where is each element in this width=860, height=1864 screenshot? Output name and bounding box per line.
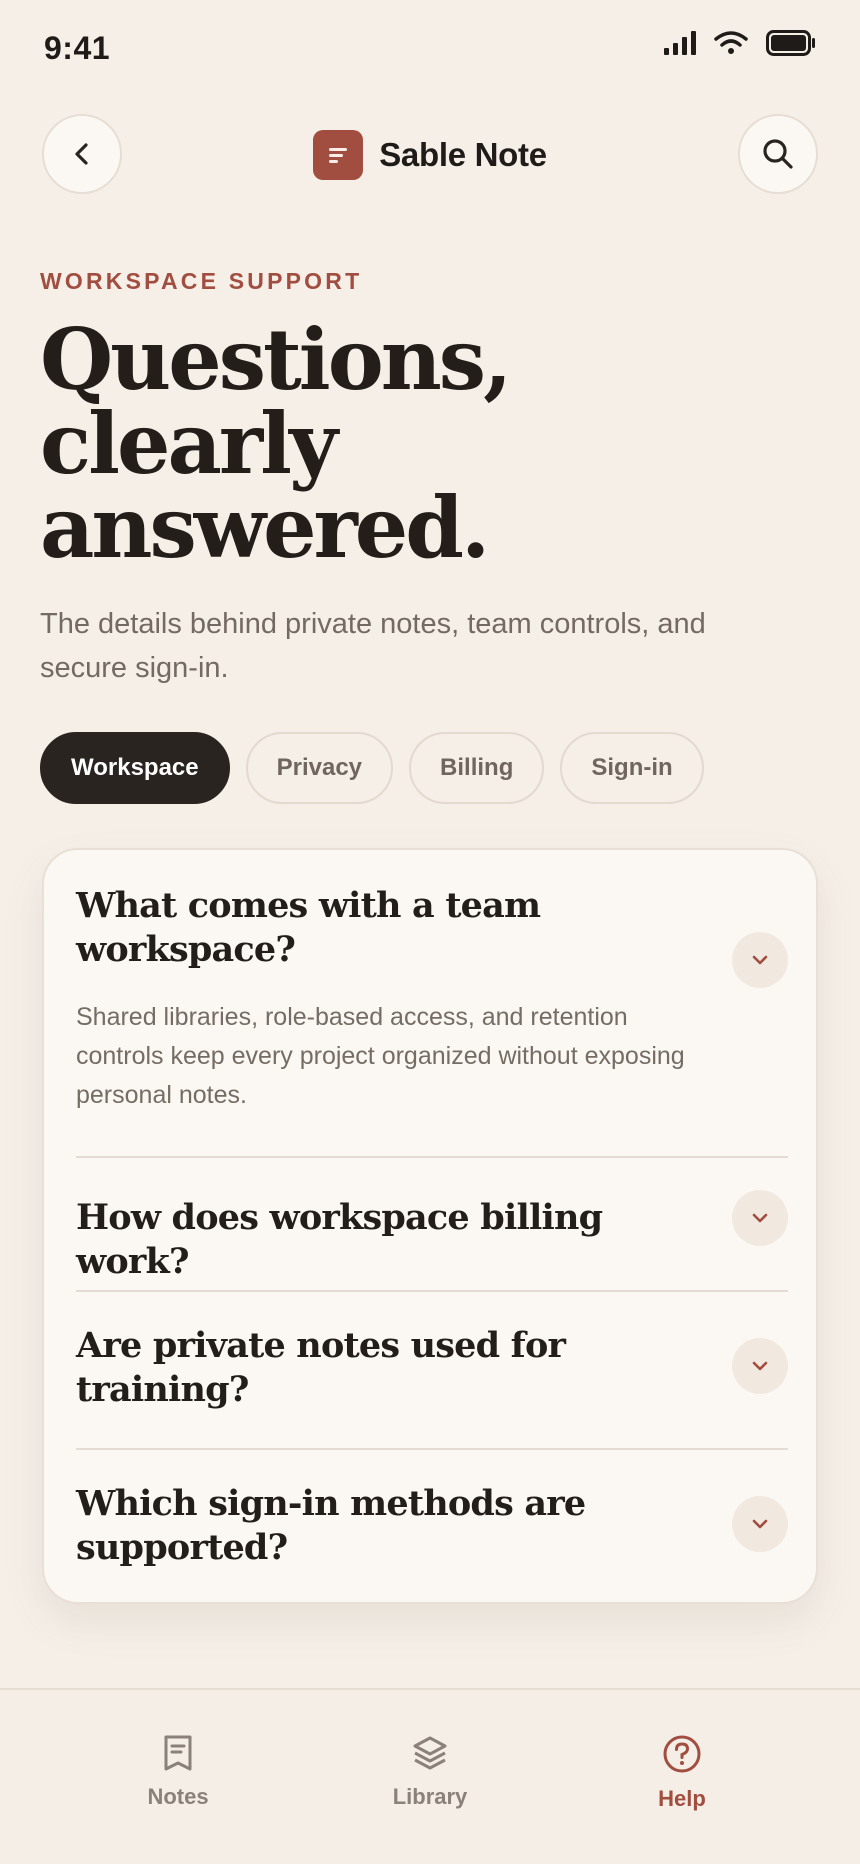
category-chips: Workspace Privacy Billing Sign-in [40, 732, 704, 804]
expand-toggle[interactable] [732, 1496, 788, 1552]
faq-question[interactable]: How does workspace billing work? [76, 1196, 696, 1284]
tab-label: Help [658, 1786, 706, 1811]
chip-sign-in[interactable]: Sign-in [560, 732, 704, 804]
note-icon [164, 1735, 192, 1771]
wifi-icon [714, 31, 748, 54]
faq-divider [76, 1448, 788, 1450]
brand-logo-icon [313, 130, 364, 180]
search-button[interactable] [738, 114, 818, 194]
faq-item-expanded[interactable]: What comes with a team workspace? Shared… [76, 884, 788, 1115]
faq-item[interactable]: How does workspace billing work? [76, 1190, 788, 1284]
brand-name: Sable Note [379, 136, 547, 173]
collapse-toggle[interactable] [732, 932, 788, 988]
search-icon [763, 139, 793, 169]
help-circle-icon [663, 1735, 701, 1773]
faq-question[interactable]: What comes with a team workspace? [76, 884, 696, 972]
tab-library[interactable]: Library [340, 1734, 520, 1810]
bottom-tab-bar: Notes Library Help [0, 1688, 860, 1864]
layers-icon [413, 1736, 447, 1770]
page-title: Questions, clearly answered. [40, 318, 740, 570]
status-bar: 9:41 [0, 0, 860, 100]
faq-card: What comes with a team workspace? Shared… [42, 848, 818, 1604]
signal-icon [664, 31, 696, 55]
chevron-down-icon [752, 955, 768, 965]
tab-label: Library [392, 1784, 468, 1809]
title-line: answered. [40, 478, 490, 577]
faq-question[interactable]: Are private notes used for training? [76, 1324, 696, 1412]
status-icons [664, 30, 816, 56]
tab-label: Notes [147, 1784, 209, 1809]
eyebrow-label: WORKSPACE SUPPORT [40, 268, 363, 294]
faq-question[interactable]: Which sign-in methods are supported? [76, 1482, 696, 1570]
faq-divider [76, 1156, 788, 1158]
chip-billing[interactable]: Billing [409, 732, 545, 804]
faq-answer: Shared libraries, role-based access, and… [76, 1003, 685, 1109]
tab-notes[interactable]: Notes [88, 1734, 268, 1810]
chip-workspace[interactable]: Workspace [40, 732, 230, 804]
chevron-down-icon [752, 1361, 768, 1371]
battery-icon [766, 30, 815, 56]
faq-item[interactable]: Are private notes used for training? [76, 1324, 788, 1412]
status-time: 9:41 [44, 30, 111, 66]
brand: Sable Note [0, 130, 860, 180]
faq-divider [76, 1290, 788, 1292]
expand-toggle[interactable] [732, 1338, 788, 1394]
chevron-down-icon [752, 1519, 768, 1529]
app-header: Sable Note [0, 112, 860, 200]
expand-toggle[interactable] [732, 1190, 788, 1246]
faq-item[interactable]: Which sign-in methods are supported? [76, 1482, 788, 1570]
tab-help[interactable]: Help [592, 1734, 772, 1812]
page-subtitle: The details behind private notes, team c… [40, 608, 706, 684]
chevron-down-icon [752, 1213, 768, 1223]
chip-privacy[interactable]: Privacy [245, 732, 394, 804]
